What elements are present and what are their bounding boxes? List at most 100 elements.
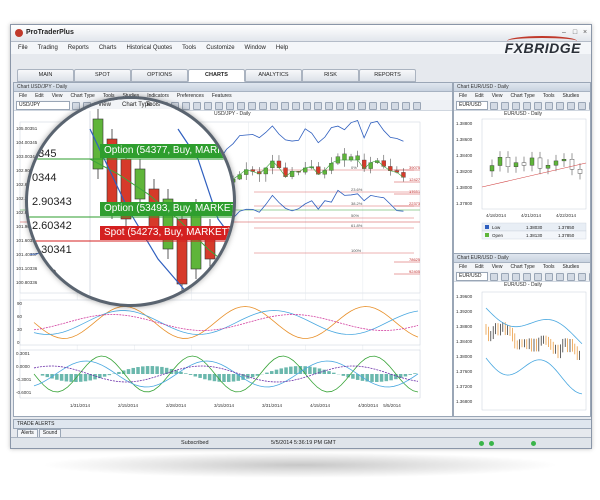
menu-item-charts[interactable]: Charts bbox=[99, 42, 117, 54]
trade-label[interactable]: Option (54377, Buy, MARKET) bbox=[100, 144, 233, 158]
side-1-symbol-select[interactable]: EUR/USD bbox=[456, 101, 488, 110]
side-2-symbol-select[interactable]: EUR/USD bbox=[456, 272, 488, 281]
side2-y-tick: 1.38800 bbox=[456, 324, 473, 329]
toolbar-button-icon[interactable] bbox=[490, 273, 498, 281]
histogram-bar bbox=[203, 374, 207, 380]
toolbar-button-icon[interactable] bbox=[237, 102, 245, 110]
tab-reports[interactable]: REPORTS bbox=[359, 69, 416, 82]
toolbar-button-icon[interactable] bbox=[490, 102, 498, 110]
toolbar-button-icon[interactable] bbox=[402, 102, 410, 110]
side2-menu-view[interactable]: View bbox=[492, 264, 503, 270]
toolbar-button-icon[interactable] bbox=[589, 102, 590, 110]
toolbar-button-icon[interactable] bbox=[391, 102, 399, 110]
toolbar-button-icon[interactable] bbox=[248, 102, 256, 110]
mag-menu-item: Studies bbox=[170, 102, 190, 108]
side2-menu-edit[interactable]: Edit bbox=[475, 264, 484, 270]
toolbar-button-icon[interactable] bbox=[545, 102, 553, 110]
side1-candle-body bbox=[569, 159, 575, 170]
tab-options[interactable]: OPTIONS bbox=[131, 69, 188, 82]
tab-spot[interactable]: SPOT bbox=[74, 69, 131, 82]
toolbar-button-icon[interactable] bbox=[347, 102, 355, 110]
minimize-icon[interactable]: – bbox=[559, 28, 569, 37]
tab-risk[interactable]: RISK bbox=[302, 69, 359, 82]
toolbar-button-icon[interactable] bbox=[567, 273, 575, 281]
legend-swatch bbox=[485, 225, 489, 229]
histogram-bar bbox=[332, 372, 336, 374]
toolbar-button-icon[interactable] bbox=[413, 102, 421, 110]
menu-item-window[interactable]: Window bbox=[245, 42, 266, 54]
menu-item-file[interactable]: File bbox=[18, 42, 28, 54]
main-menu-file[interactable]: File bbox=[19, 93, 27, 99]
toolbar-button-icon[interactable] bbox=[556, 273, 564, 281]
side1-menu-tools[interactable]: Tools bbox=[543, 93, 555, 99]
side-chart-2-canvas[interactable]: 1.39600 1.39200 1.38800 1.38400 1.38000 1.376… bbox=[454, 288, 590, 416]
toolbar-button-icon[interactable] bbox=[270, 102, 278, 110]
histogram-bar bbox=[250, 374, 255, 378]
trade-alerts-header[interactable]: TRADE ALERTS bbox=[13, 419, 591, 429]
side1-menu-file[interactable]: File bbox=[459, 93, 467, 99]
side1-menu-chart-type[interactable]: Chart Type bbox=[510, 93, 534, 99]
side2-menu-chart-type[interactable]: Chart Type bbox=[510, 264, 534, 270]
histogram-bar bbox=[408, 374, 412, 375]
toolbar-button-icon[interactable] bbox=[578, 273, 586, 281]
side1-table-value: 1.37850 bbox=[558, 225, 575, 230]
menu-item-tools[interactable]: Tools bbox=[182, 42, 196, 54]
tab-main[interactable]: MAIN bbox=[17, 69, 74, 82]
histogram-bar bbox=[188, 374, 193, 375]
toolbar-button-icon[interactable] bbox=[589, 273, 590, 281]
side1-menu-studies[interactable]: Studies bbox=[563, 93, 580, 99]
tab-analytics[interactable]: ANALYTICS bbox=[245, 69, 302, 82]
side2-menu-file[interactable]: File bbox=[459, 264, 467, 270]
osc2-tick: -0.3001 bbox=[16, 377, 32, 382]
side-chart-2-toolbar: EUR/USD bbox=[454, 271, 590, 282]
toolbar-button-icon[interactable] bbox=[259, 102, 267, 110]
toolbar-button-icon[interactable] bbox=[578, 102, 586, 110]
osc2-tick: 0.3001 bbox=[16, 351, 30, 356]
menu-item-reports[interactable]: Reports bbox=[68, 42, 89, 54]
histogram-bar bbox=[78, 374, 83, 382]
toolbar-button-icon[interactable] bbox=[380, 102, 388, 110]
toolbar-button-icon[interactable] bbox=[556, 102, 564, 110]
toolbar-button-icon[interactable] bbox=[567, 102, 575, 110]
toolbar-button-icon[interactable] bbox=[281, 102, 289, 110]
toolbar-button-icon[interactable] bbox=[303, 102, 311, 110]
toolbar-button-icon[interactable] bbox=[369, 102, 377, 110]
toolbar-button-icon[interactable] bbox=[325, 102, 333, 110]
toolbar-button-icon[interactable] bbox=[512, 102, 520, 110]
histogram-bar bbox=[327, 371, 331, 374]
menu-item-historical-quotes[interactable]: Historical Quotes bbox=[126, 42, 172, 54]
toolbar-button-icon[interactable] bbox=[501, 102, 509, 110]
toolbar-button-icon[interactable] bbox=[292, 102, 300, 110]
side1-y-tick: 1.38200 bbox=[456, 169, 473, 174]
trade-label[interactable]: Option (53493, Buy, MARKET) bbox=[100, 202, 233, 216]
trade-level-tag: 78625 bbox=[409, 257, 421, 262]
histogram-bar bbox=[102, 374, 107, 377]
toolbar-button-icon[interactable] bbox=[501, 273, 509, 281]
side-chart-1-canvas[interactable]: 1.38800 1.38600 1.38400 1.38200 1.38000 1.378… bbox=[454, 111, 590, 251]
toolbar-button-icon[interactable] bbox=[545, 273, 553, 281]
toolbar-button-icon[interactable] bbox=[534, 102, 542, 110]
tab-charts[interactable]: CHARTS bbox=[188, 69, 245, 82]
side1-menu-view[interactable]: View bbox=[492, 93, 503, 99]
side2-menu-studies[interactable]: Studies bbox=[563, 264, 580, 270]
trade-label[interactable]: Spot (54273, Buy, MARKET) bbox=[100, 226, 233, 240]
toolbar-button-icon[interactable] bbox=[534, 273, 542, 281]
menu-item-trading[interactable]: Trading bbox=[38, 42, 58, 54]
side2-menu-tools[interactable]: Tools bbox=[543, 264, 555, 270]
toolbar-button-icon[interactable] bbox=[512, 273, 520, 281]
menu-item-customize[interactable]: Customize bbox=[206, 42, 234, 54]
status-bar: Subscribed 5/5/2014 5:36:19 PM GMT bbox=[11, 437, 591, 448]
trade-level-tag: 22373 bbox=[409, 201, 421, 206]
toolbar-button-icon[interactable] bbox=[314, 102, 322, 110]
toolbar-button-icon[interactable] bbox=[523, 273, 531, 281]
toolbar-button-icon[interactable] bbox=[358, 102, 366, 110]
toolbar-button-icon[interactable] bbox=[523, 102, 531, 110]
maximize-icon[interactable]: □ bbox=[570, 28, 580, 37]
menu-item-help[interactable]: Help bbox=[276, 42, 288, 54]
side1-menu-edit[interactable]: Edit bbox=[475, 93, 484, 99]
toolbar-button-icon[interactable] bbox=[336, 102, 344, 110]
side-chart-2-title: Chart EUR/USD - Daily bbox=[454, 254, 590, 263]
close-icon[interactable]: × bbox=[580, 28, 590, 37]
side1-x-label: 4/18/2014 bbox=[486, 213, 507, 218]
main-tabs: MAIN SPOT OPTIONS CHARTS ANALYTICS RISK REPORT… bbox=[11, 69, 451, 82]
